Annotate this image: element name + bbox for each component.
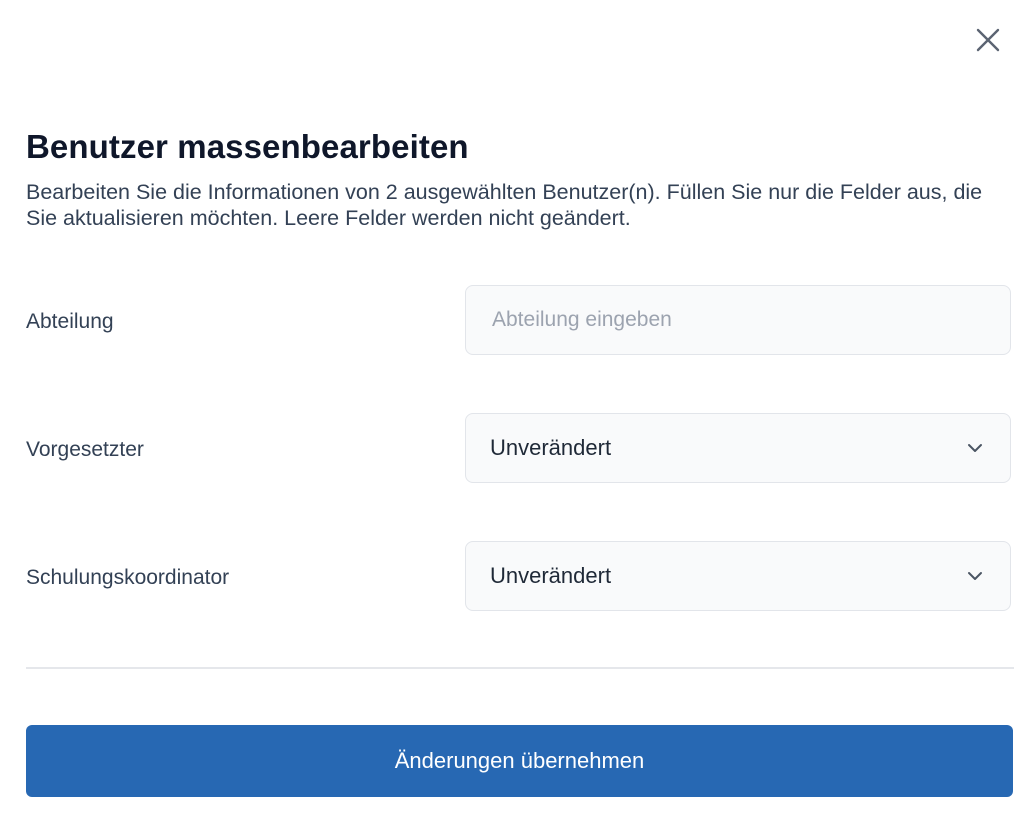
close-button[interactable] (970, 22, 1006, 58)
training-coordinator-selected-value: Unverändert (490, 563, 612, 588)
close-icon (976, 28, 1000, 52)
department-label: Abteilung (26, 310, 114, 333)
department-input[interactable] (466, 286, 1010, 354)
supervisor-select[interactable]: Unverändert (465, 413, 1011, 483)
supervisor-selected-value: Unverändert (490, 435, 612, 460)
dialog-title: Benutzer massenbearbeiten (26, 128, 469, 165)
training-coordinator-label: Schulungskoordinator (26, 566, 230, 589)
department-field-container (465, 285, 1011, 355)
apply-changes-button[interactable]: Änderungen übernehmen (26, 725, 1013, 797)
divider (26, 667, 1014, 669)
supervisor-label: Vorgesetzter (26, 438, 144, 461)
chevron-down-icon (966, 567, 984, 585)
dialog-description: Bearbeiten Sie die Informationen von 2 a… (26, 180, 983, 230)
chevron-down-icon (966, 439, 984, 457)
training-coordinator-select[interactable]: Unverändert (465, 541, 1011, 611)
